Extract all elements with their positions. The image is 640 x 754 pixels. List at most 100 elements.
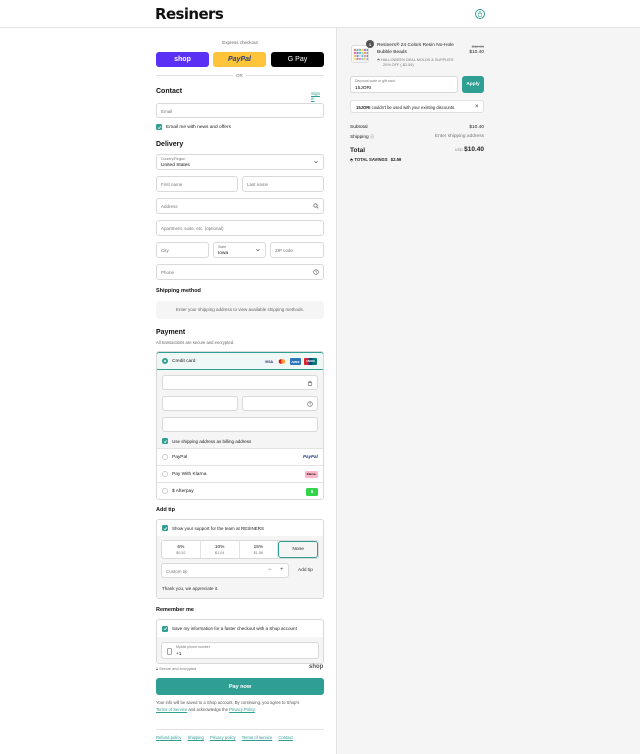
paypal-radio[interactable] xyxy=(162,454,168,460)
mobile-icon xyxy=(167,648,172,655)
tip-option-none[interactable]: None xyxy=(278,541,318,558)
news-checkbox[interactable] xyxy=(156,124,162,130)
footer-links: Refund policy Shipping Privacy policy Te… xyxy=(156,735,298,740)
payment-option-klarna[interactable]: Pay With Klarna Klarna. xyxy=(157,466,323,483)
help-icon[interactable] xyxy=(307,401,313,407)
state-value: Iowa xyxy=(218,250,229,256)
tip-option-15[interactable]: 15% $1.56 xyxy=(240,541,279,558)
tip-options-area: 5% $0.52 10% $1.04 15% $1.56 None Custom… xyxy=(157,536,323,598)
add-tip-button[interactable]: Add tip xyxy=(298,568,313,573)
afterpay-radio[interactable] xyxy=(162,488,168,494)
paypal-button[interactable]: PayPal xyxy=(213,52,266,67)
terms-of-service-link[interactable]: Terms of service xyxy=(242,735,272,740)
delivery-title: Delivery xyxy=(156,141,184,148)
last-name-field[interactable]: Last name xyxy=(242,176,324,192)
city-placeholder: City xyxy=(161,247,169,253)
privacy-link[interactable]: Privacy Policy xyxy=(229,707,255,712)
name-on-card-field[interactable] xyxy=(162,417,318,432)
payment-title: Payment xyxy=(156,329,186,336)
state-select[interactable]: State Iowa xyxy=(213,242,266,258)
payment-option-credit-card[interactable]: Credit card VISA AMEX UNION xyxy=(157,352,323,370)
expiry-field[interactable] xyxy=(162,396,238,411)
shop-pay-button[interactable]: shop xyxy=(156,52,209,67)
chevron-down-icon xyxy=(256,249,260,252)
apply-button[interactable]: Apply xyxy=(462,76,484,93)
total-label: Total xyxy=(350,147,366,154)
security-code-field[interactable] xyxy=(242,396,318,411)
header: Resiners xyxy=(0,0,640,28)
mobile-value: +1 xyxy=(176,651,182,657)
tip-option-10[interactable]: 10% $1.04 xyxy=(201,541,240,558)
address-field[interactable]: Address xyxy=(156,198,324,214)
refund-policy-link[interactable]: Refund policy xyxy=(156,735,181,740)
klarna-radio[interactable] xyxy=(162,471,168,477)
contact-link[interactable]: Contact xyxy=(278,735,292,740)
email-field[interactable]: Email xyxy=(156,103,324,118)
apartment-field[interactable]: Apartment, suite, etc. (optional) xyxy=(156,220,324,236)
close-icon[interactable]: × xyxy=(475,104,479,110)
currency-code: USD xyxy=(454,148,463,152)
shipping-link[interactable]: Shipping xyxy=(188,735,204,740)
news-label: Email me with news and offers xyxy=(166,124,231,130)
first-name-field[interactable]: First name xyxy=(156,176,238,192)
shop-logo: shop xyxy=(309,664,324,670)
tip-box: Show your support for the team at RESINE… xyxy=(156,519,324,599)
help-icon[interactable] xyxy=(313,269,319,275)
afterpay-logo: $ xyxy=(306,487,318,496)
tip-title: Add tip xyxy=(156,507,175,513)
secure-note: 🔒︎ Secure and encrypted xyxy=(156,667,197,671)
plus-icon[interactable]: + xyxy=(280,567,284,573)
custom-tip-field[interactable]: Custom tip − + xyxy=(161,563,289,578)
subtotal-label: Subtotal xyxy=(350,125,368,130)
privacy-policy-link[interactable]: Privacy policy xyxy=(210,735,236,740)
sign-in-link[interactable]: Sign in xyxy=(311,91,324,101)
country-select[interactable]: Country/Region United States xyxy=(156,154,324,170)
city-field[interactable]: City xyxy=(156,242,209,258)
state-label: State xyxy=(218,245,227,249)
payment-option-paypal[interactable]: PayPal PayPal xyxy=(157,449,323,466)
zip-field[interactable]: ZIP code xyxy=(270,242,324,258)
total-amount: $10.40 xyxy=(464,146,484,153)
help-icon[interactable]: ⓘ xyxy=(370,134,374,139)
card-number-field[interactable] xyxy=(162,375,318,390)
remember-title: Remember me xyxy=(156,607,194,613)
subtotal-value: $10.40 xyxy=(469,125,484,130)
paypal-label: PayPal xyxy=(172,454,188,460)
google-pay-button[interactable]: G Pay xyxy=(271,52,324,67)
footer-divider xyxy=(156,729,324,730)
payment-subtitle: All transactions are secure and encrypte… xyxy=(156,340,235,345)
search-icon xyxy=(313,203,319,209)
billing-checkbox[interactable] xyxy=(162,438,168,444)
pay-now-button[interactable]: Pay now xyxy=(156,678,324,695)
remember-checkbox[interactable] xyxy=(162,625,168,632)
discount-note: 20% OFF (-$2.59) xyxy=(383,63,414,67)
or-separator: OR xyxy=(233,72,246,78)
total-value: USD $10.40 xyxy=(455,146,484,153)
zip-placeholder: ZIP code xyxy=(275,247,293,253)
tip-checkbox[interactable] xyxy=(162,525,168,531)
remember-details: Mobile phone number +1 xyxy=(157,637,323,663)
contact-title: Contact xyxy=(156,88,183,95)
mobile-phone-field[interactable]: Mobile phone number +1 xyxy=(161,642,319,659)
tip-amount: $1.04 xyxy=(214,550,225,555)
shipping-label: Shipping ⓘ xyxy=(350,134,375,140)
tip-amount: $1.56 xyxy=(253,550,264,555)
shopping-bag-icon[interactable] xyxy=(475,9,485,19)
discount-warning: 15JORI couldn't be used with your existi… xyxy=(350,100,484,113)
afterpay-label: $ Afterpay xyxy=(172,488,194,494)
mastercard-icon xyxy=(277,358,287,365)
product-thumbnail xyxy=(351,45,369,63)
terms-link[interactable]: Terms of Service xyxy=(156,707,187,712)
discount-tag: ⬘ HALLOWEEN DEAL MOLDS & SUPPLIES xyxy=(377,58,454,62)
phone-field[interactable]: Phone xyxy=(156,264,324,280)
minus-icon[interactable]: − xyxy=(268,567,272,573)
tip-option-5[interactable]: 5% $0.52 xyxy=(162,541,201,558)
discount-code-label: Discount code or gift card xyxy=(355,79,395,83)
store-logo[interactable]: Resiners xyxy=(155,5,224,23)
tip-thanks: Thank you, we appreciate it. xyxy=(162,586,219,591)
payment-option-afterpay[interactable]: $ Afterpay $ xyxy=(157,483,323,499)
total-savings: ⬘ TOTAL SAVINGS $2.59 xyxy=(350,157,402,162)
discount-code-input[interactable]: Discount code or gift card 15JORI xyxy=(350,76,458,93)
credit-card-radio[interactable] xyxy=(162,358,168,364)
legal-text: Your info will be saved to a Shop accoun… xyxy=(156,700,300,712)
